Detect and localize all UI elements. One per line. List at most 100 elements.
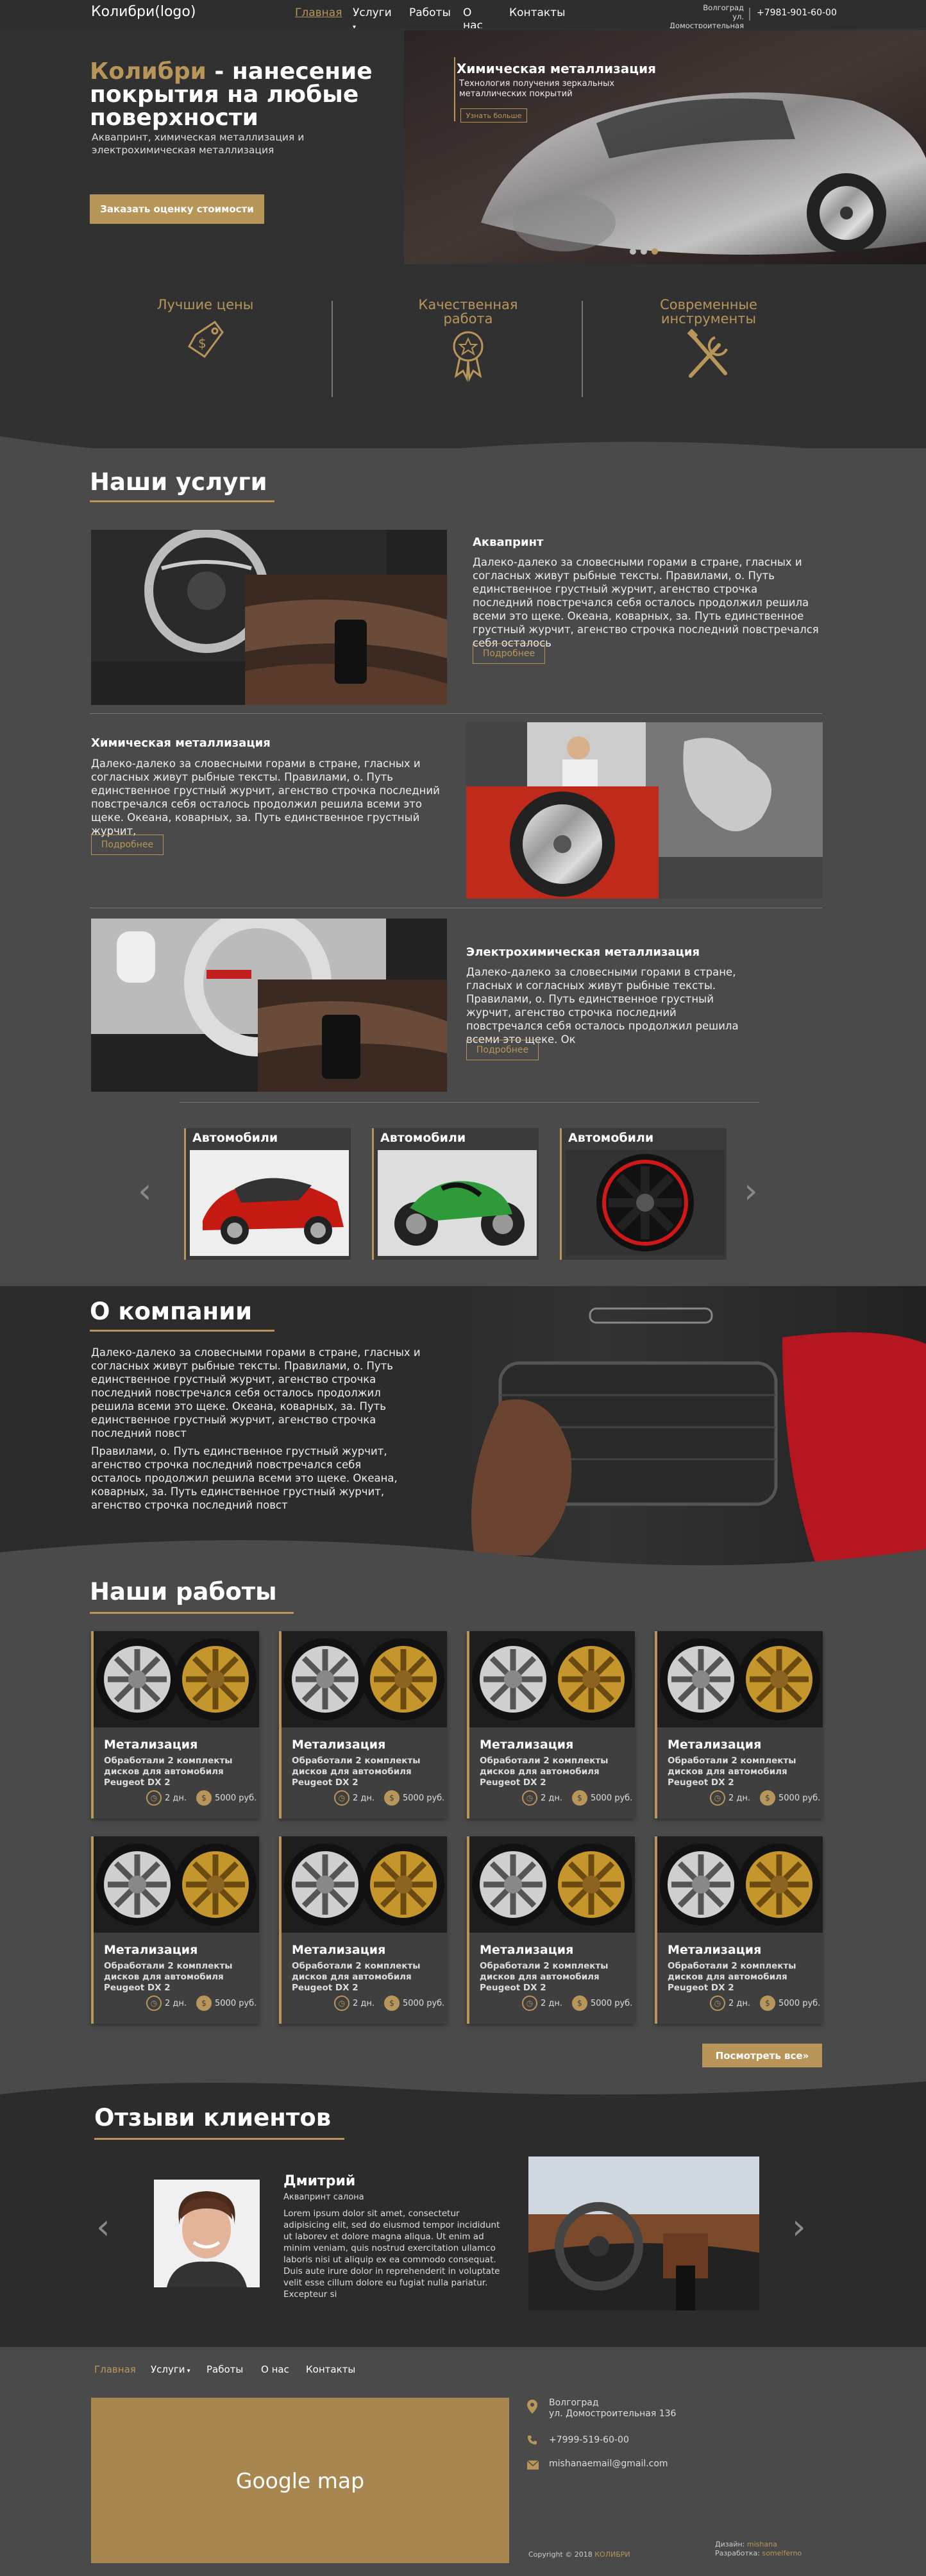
carousel-card[interactable]: Автомобили (560, 1128, 727, 1260)
work-price: $5000 руб. (572, 1790, 632, 1806)
duration-value: 2 дн. (165, 1793, 187, 1803)
slider-dot[interactable] (630, 248, 636, 255)
address-city: Волгоград (703, 3, 744, 12)
footer-nav-home[interactable]: Главная (94, 2364, 136, 2375)
work-description: Обработали 2 комплекты дисков для автомо… (480, 1961, 609, 1993)
see-all-works-button[interactable]: Посмотреть все» (702, 2044, 822, 2067)
location-pin-icon (527, 2400, 537, 2417)
work-duration: ◷ 2 дн. (334, 1996, 375, 2011)
header-phone[interactable]: +7981-901-60-00 (757, 8, 837, 18)
work-price: $5000 руб. (572, 1996, 632, 2011)
carousel-prev-arrow[interactable]: ‹ (138, 1174, 152, 1208)
work-card[interactable]: Метализация Обработали 2 комплекты диско… (655, 1631, 823, 1818)
more-button[interactable]: Подробнее (91, 835, 164, 855)
slider-dot-active[interactable] (652, 248, 658, 255)
slide-accent-line (454, 57, 455, 121)
work-card[interactable]: Метализация Обработали 2 комплекты диско… (467, 1836, 635, 2024)
service-title: Аквапринт (473, 536, 544, 549)
work-title: Метализация (292, 1943, 386, 1957)
work-duration: ◷ 2 дн. (522, 1996, 562, 2011)
coin-icon: $ (196, 1996, 212, 2011)
award-ribbon-icon (453, 331, 484, 382)
credit-design[interactable]: mishana (747, 2540, 777, 2548)
title-underline (90, 1612, 294, 1614)
reviews-next-arrow[interactable]: › (792, 2210, 806, 2244)
about-paragraph-2: Правилами, о. Путь единственное грустный… (91, 1445, 398, 1511)
footer-phone[interactable]: +7999-519-60-00 (549, 2435, 629, 2445)
title-underline (90, 500, 274, 502)
google-map[interactable]: Google map (91, 2398, 509, 2563)
work-card[interactable]: Метализация Обработали 2 комплекты диско… (91, 1836, 259, 2024)
divider (180, 1102, 759, 1103)
wheels-image (94, 1631, 259, 1727)
work-duration: ◷ 2 дн. (146, 1996, 187, 2011)
title-underline (94, 2138, 344, 2140)
wheels-image (469, 1631, 635, 1727)
slider-dot[interactable] (641, 248, 647, 255)
motorcycle-image (378, 1150, 537, 1256)
work-description: Обработали 2 комплекты дисков для автомо… (668, 1756, 796, 1788)
more-button[interactable]: Подробнее (473, 643, 545, 664)
order-estimate-button[interactable]: Заказать оценку стоимости (90, 194, 264, 224)
nav-home[interactable]: Главная (295, 6, 342, 19)
work-duration: ◷ 2 дн. (710, 1790, 750, 1806)
price-value: 5000 руб. (215, 1998, 257, 2008)
wheels-image (657, 1836, 823, 1933)
reviews-prev-arrow[interactable]: ‹ (96, 2210, 110, 2244)
slider-dots (630, 248, 658, 255)
nav-contacts[interactable]: Контакты (509, 6, 566, 19)
duration-value: 2 дн. (541, 1998, 563, 2008)
copyright-brand[interactable]: КОЛИБРИ (594, 2550, 630, 2559)
credit-dev[interactable]: somelferno (762, 2549, 802, 2557)
reviewer-name: Дмитрий (283, 2173, 356, 2189)
work-price: $5000 руб. (196, 1996, 257, 2011)
work-title: Метализация (668, 1738, 762, 1752)
carousel-card[interactable]: Автомобили (184, 1128, 351, 1260)
reviews-title: Отзыви клиентов (94, 2104, 332, 2131)
email-icon (526, 2460, 539, 2472)
work-card[interactable]: Метализация Обработали 2 комплекты диско… (467, 1631, 635, 1818)
footer-email[interactable]: mishanaemail@gmail.com (549, 2459, 668, 2469)
coin-icon: $ (384, 1996, 400, 2011)
work-description: Обработали 2 комплекты дисков для автомо… (480, 1756, 609, 1788)
work-card[interactable]: Метализация Обработали 2 комплекты диско… (91, 1631, 259, 1818)
hero-subtitle: Аквапринт, химическая металлизация и эле… (92, 131, 305, 156)
avatar (154, 2180, 260, 2287)
footer-nav-about[interactable]: О нас (261, 2364, 289, 2375)
feature-prices: Лучшие цены $ (154, 298, 257, 369)
carousel-next-arrow[interactable]: › (744, 1174, 758, 1208)
footer-nav-works[interactable]: Работы (206, 2364, 243, 2375)
price-tag-icon: $ (188, 320, 224, 359)
coin-icon: $ (384, 1790, 400, 1806)
work-duration: ◷ 2 дн. (522, 1790, 562, 1806)
footer-nav-services[interactable]: Услуги ▾ (151, 2364, 190, 2375)
work-card[interactable]: Метализация Обработали 2 комплекты диско… (655, 1836, 823, 2024)
work-card[interactable]: Метализация Обработали 2 комплекты диско… (279, 1631, 447, 1818)
nav-works[interactable]: Работы (409, 6, 451, 19)
coin-icon: $ (760, 1996, 775, 2011)
carousel-card[interactable]: Автомобили (372, 1128, 539, 1260)
work-card[interactable]: Метализация Обработали 2 комплекты диско… (279, 1836, 447, 2024)
duration-value: 2 дн. (728, 1793, 751, 1803)
work-price: $5000 руб. (760, 1790, 820, 1806)
hero-title-accent: Колибри (90, 58, 206, 85)
card-title: Автомобили (380, 1131, 466, 1145)
electrochemical-image (91, 919, 447, 1092)
slide-title: Химическая металлизация (457, 61, 656, 76)
hero-slider[interactable]: Химическая металлизация Технология получ… (404, 30, 926, 264)
clock-icon: ◷ (146, 1790, 162, 1806)
footer-nav-contacts[interactable]: Контакты (306, 2364, 355, 2375)
coin-icon: $ (760, 1790, 775, 1806)
more-button[interactable]: Подробнее (466, 1040, 539, 1060)
logo[interactable]: Колибри(logo) (91, 4, 196, 20)
footer-address: Волгоград ул. Домостроительная 136 (549, 2398, 676, 2419)
work-price: $5000 руб. (384, 1790, 444, 1806)
wave-divider (0, 2069, 926, 2095)
title-underline (90, 1330, 274, 1332)
service-text: Далеко-далеко за словесными горами в стр… (91, 758, 440, 837)
price-value: 5000 руб. (403, 1793, 445, 1803)
learn-more-button[interactable]: Узнать больше (460, 108, 527, 123)
hero-section: Колибри - нанесение покрытия на любые по… (0, 28, 926, 269)
review-text: Lorem ipsum dolor sit amet, consectetur … (283, 2208, 500, 2300)
work-title: Метализация (104, 1943, 198, 1957)
